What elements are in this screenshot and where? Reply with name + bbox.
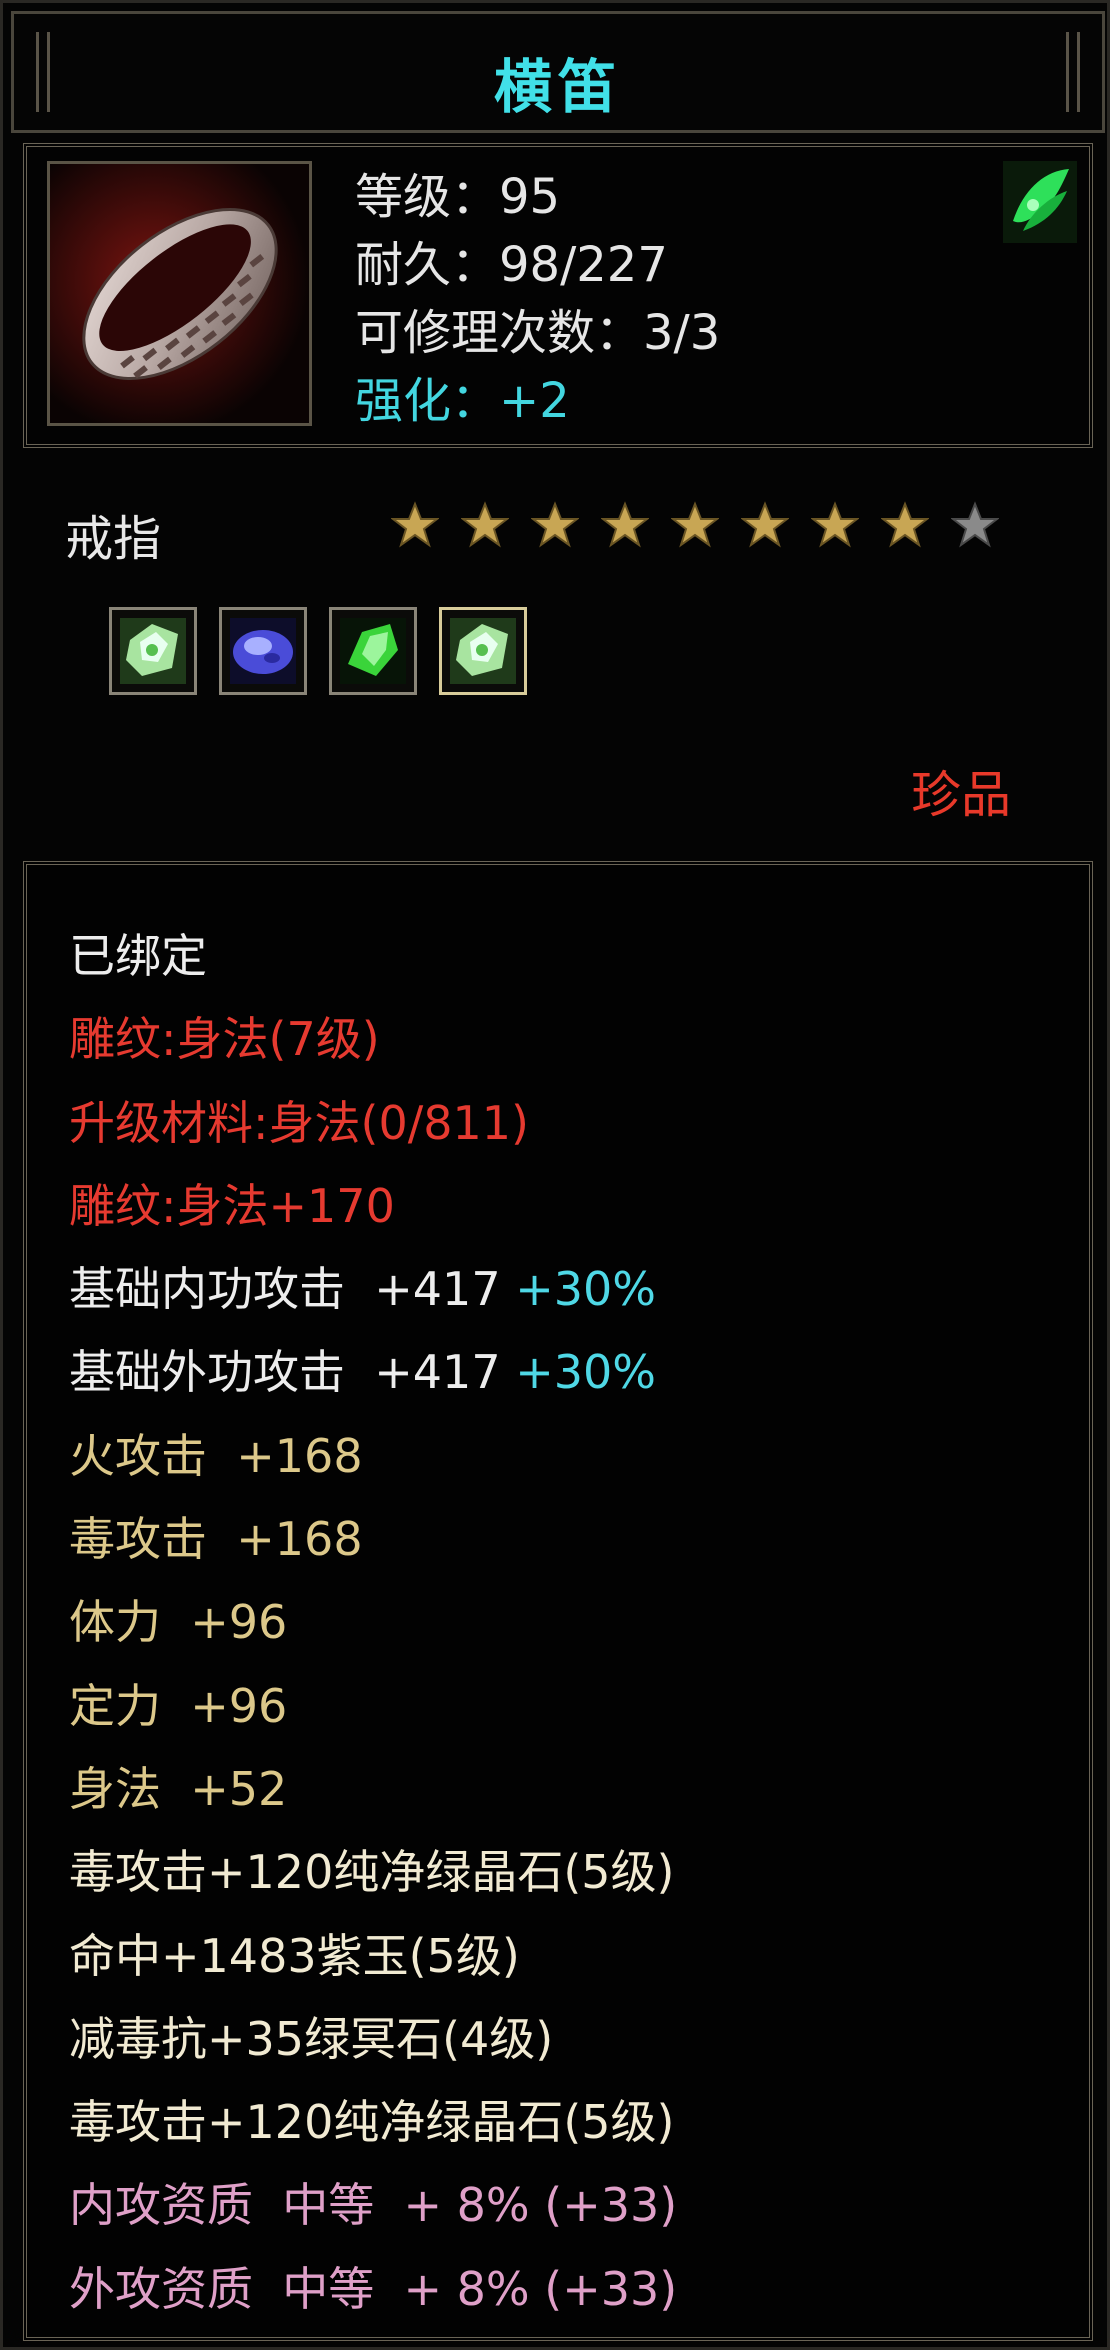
item-level: 等级：95 — [355, 169, 561, 225]
socket-line-3: 减毒抗+35绿冥石(4级) — [69, 2011, 554, 2066]
item-durability: 耐久：98/227 — [355, 237, 668, 293]
agility-line: 身法 +52 — [69, 1761, 288, 1816]
star-filled-icon — [601, 501, 649, 548]
stamina-line: 体力 +96 — [69, 1595, 288, 1650]
focus-line: 定力 +96 — [69, 1678, 288, 1733]
item-stats: 等级：95 耐久：98/227 可修理次数：3/3 强化：+2 — [355, 163, 720, 435]
star-empty-icon — [951, 501, 999, 548]
outer-attack-text: 基础外功攻击 +417 — [69, 1345, 516, 1400]
poison-attack-line: 毒攻击 +168 — [69, 1512, 363, 1567]
socket-line-2: 命中+1483紫玉(5级) — [69, 1928, 520, 1983]
inner-attack-line: 基础内功攻击 +417 +30% — [69, 1248, 677, 1331]
ring-icon — [47, 161, 312, 426]
purple-jade-gem-icon[interactable] — [219, 607, 307, 695]
item-type: 戒指 — [65, 511, 162, 567]
socket-line-1: 毒攻击+120纯净绿晶石(5级) — [69, 1845, 675, 1900]
inner-quality-line: 内攻资质 中等 + 8% (+33) — [69, 2178, 678, 2233]
star-filled-icon — [461, 501, 509, 548]
star-filled-icon — [391, 501, 439, 548]
item-header: 等级：95 耐久：98/227 可修理次数：3/3 强化：+2 — [23, 143, 1093, 448]
star-filled-icon — [811, 501, 859, 548]
gem-sockets — [109, 607, 527, 695]
socket-line-4: 毒攻击+120纯净绿晶石(5级) — [69, 2095, 675, 2150]
green-emblem-icon — [1003, 161, 1077, 243]
rarity-label: 珍品 — [911, 766, 1011, 824]
upgrade-material-line: 升级材料:身法(0/811) — [69, 1095, 529, 1150]
quality-stars — [391, 501, 999, 549]
green-crystal-gem-icon[interactable] — [109, 607, 197, 695]
outer-attack-line: 基础外功攻击 +417 +30% — [69, 1331, 677, 1414]
inner-attack-text: 基础内功攻击 +417 — [69, 1262, 516, 1317]
fire-attack-line: 火攻击 +168 — [69, 1428, 363, 1483]
star-filled-icon — [881, 501, 929, 548]
item-enhance: 强化：+2 — [355, 373, 570, 429]
engrave-line: 雕纹:身法(7级) — [69, 1012, 380, 1067]
bound-status: 已绑定 — [69, 929, 207, 983]
engrave-bonus-line: 雕纹:身法+170 — [69, 1178, 395, 1233]
inner-attack-pct: +30% — [515, 1262, 657, 1317]
green-crystal-gem-icon[interactable] — [439, 607, 527, 695]
green-leaf-gem-icon[interactable] — [329, 607, 417, 695]
outer-attack-pct: +30% — [515, 1345, 657, 1400]
outer-quality-line: 外攻资质 中等 + 8% (+33) — [69, 2261, 678, 2316]
title-bar: 横笛 — [11, 11, 1105, 133]
star-filled-icon — [671, 501, 719, 548]
item-repair-count: 可修理次数：3/3 — [355, 305, 721, 361]
item-name: 横笛 — [493, 53, 622, 121]
star-filled-icon — [531, 501, 579, 548]
star-filled-icon — [741, 501, 789, 548]
attribute-panel: 已绑定 雕纹:身法(7级) 升级材料:身法(0/811) 雕纹:身法+170 基… — [23, 861, 1093, 2341]
item-tooltip: 横笛 等级：95 耐久：98/227 可修理次数：3/3 强化：+2 戒指 珍品… — [0, 0, 1110, 2350]
